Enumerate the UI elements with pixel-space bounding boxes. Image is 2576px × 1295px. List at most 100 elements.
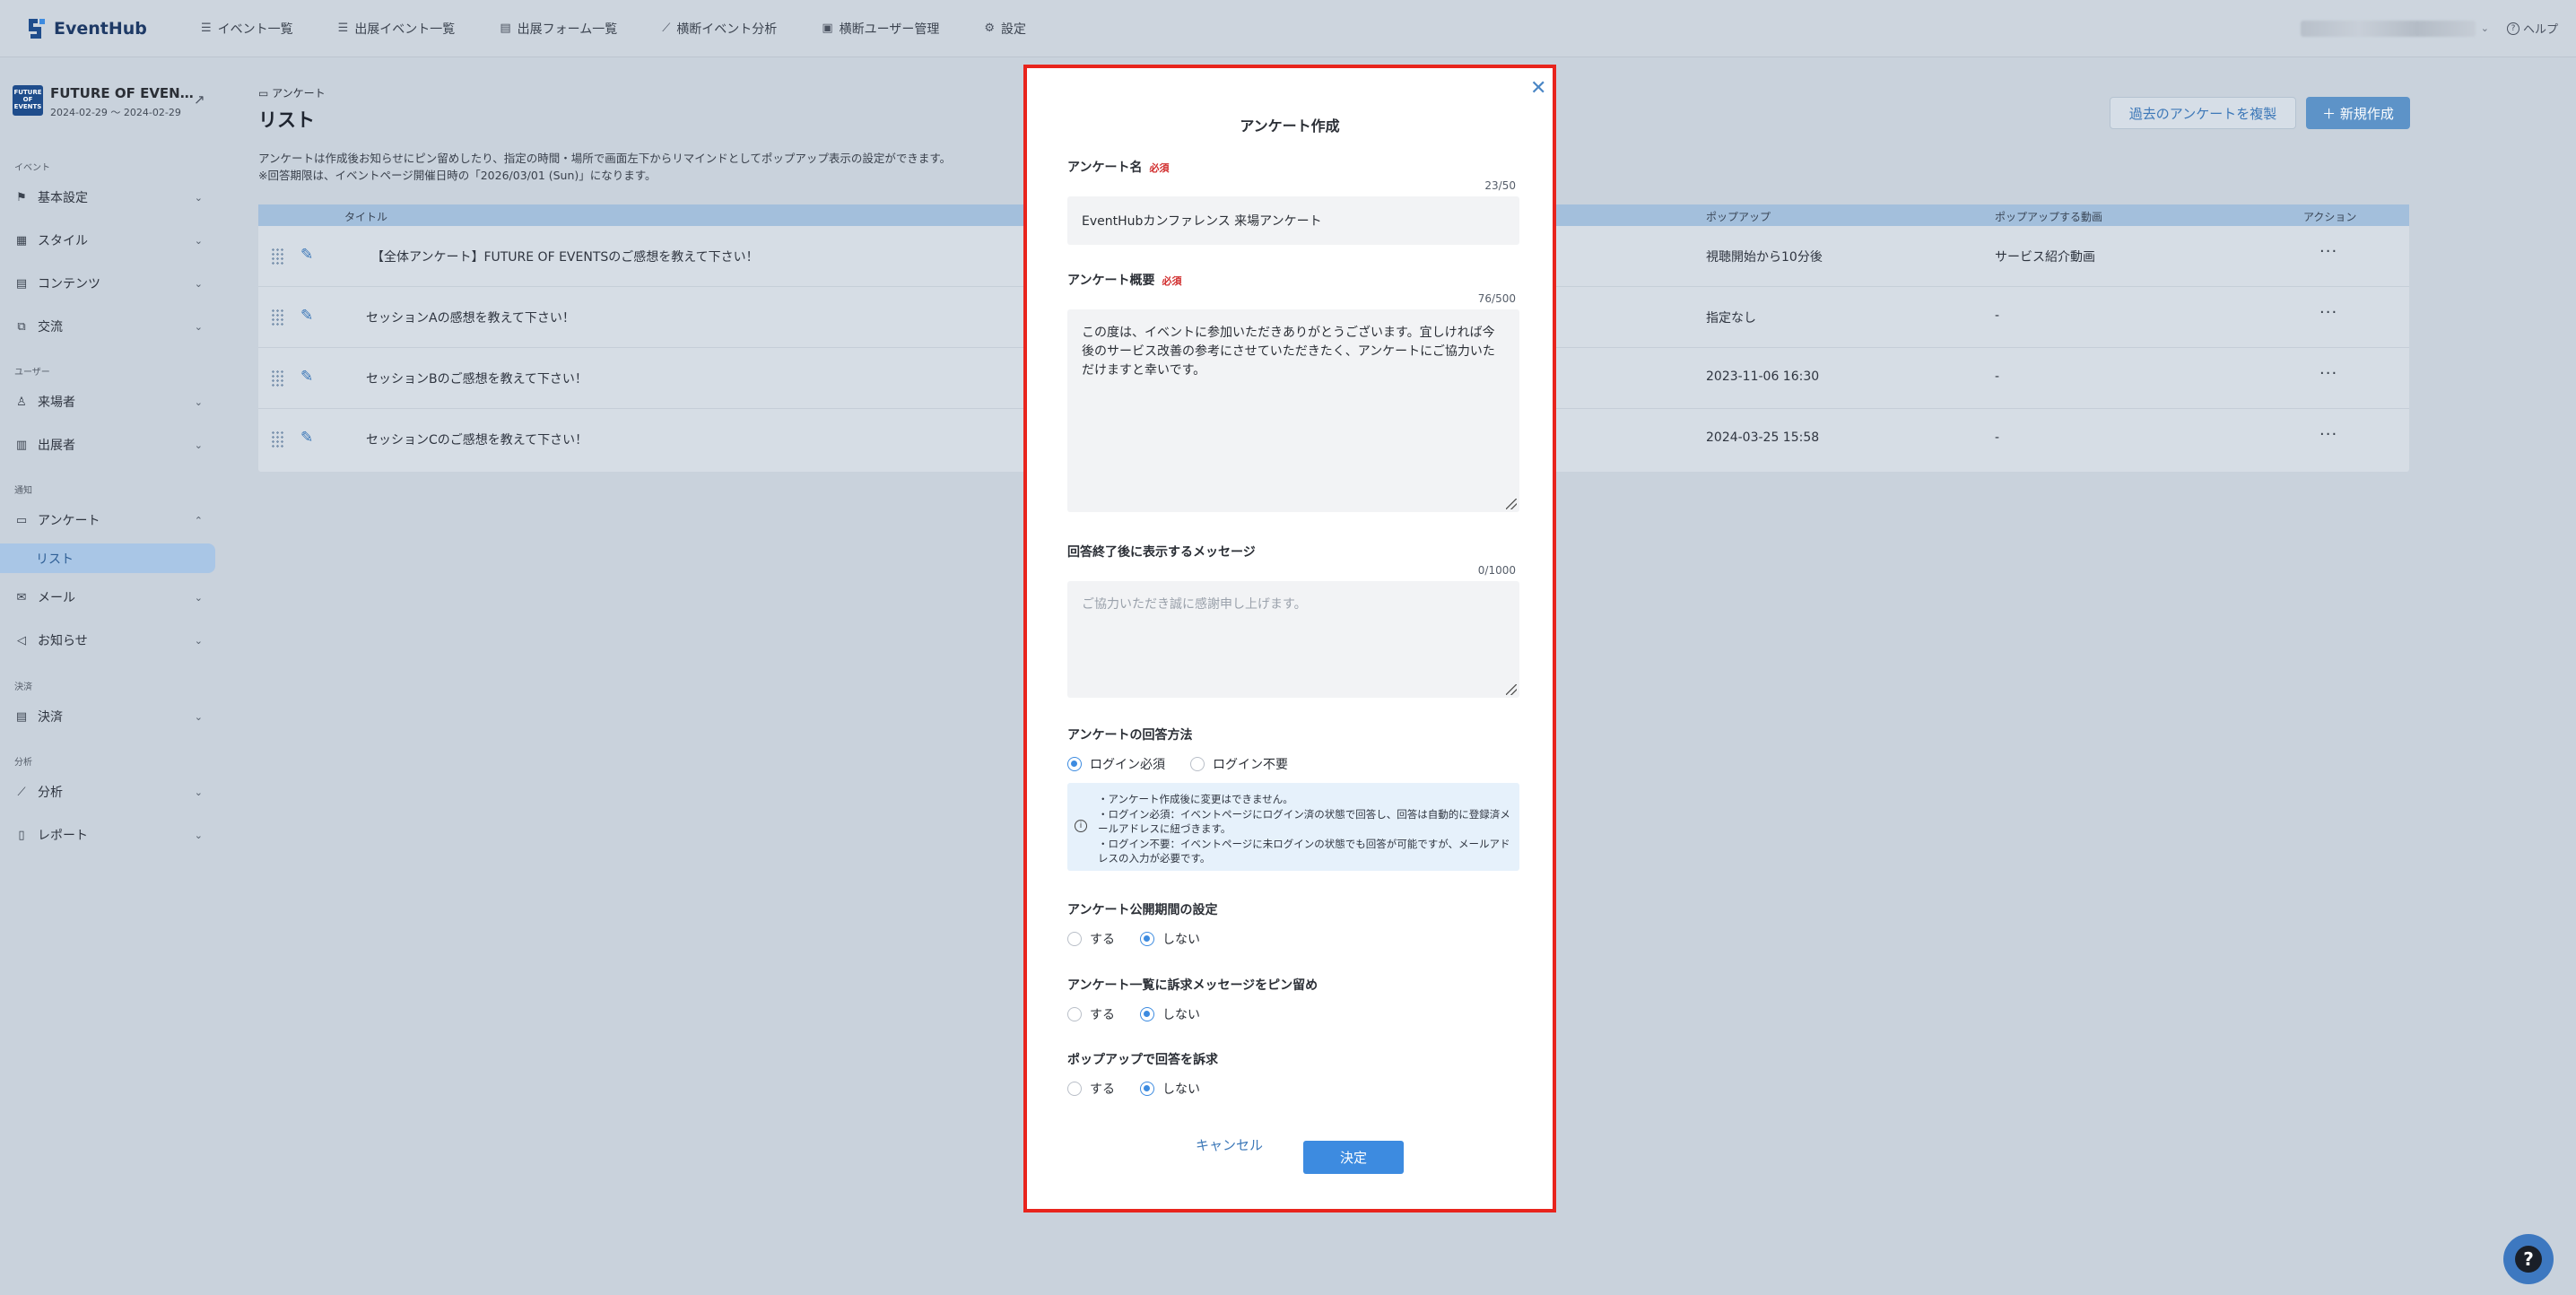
radio-label: ログイン不要 [1213,758,1288,772]
radio-checked-icon [1140,932,1154,946]
radio-popup-yes[interactable]: する [1067,1080,1115,1098]
radio-pin-no[interactable]: しない [1140,1005,1200,1023]
more-actions-icon[interactable]: ··· [2319,425,2337,444]
drag-handle-icon[interactable] [271,369,283,387]
nav-exhibit-event-list[interactable]: ☰ 出展イベント一覧 [338,20,456,38]
completion-message-textarea[interactable]: ご協力いただき誠に感謝申し上げます。 [1067,581,1519,698]
sidebar-item-visitor[interactable]: ♙ 来場者 ⌄ [14,389,203,414]
label-text: アンケート名 [1067,161,1143,175]
survey-summary-label: アンケート概要 必須 [1067,271,1181,289]
close-icon[interactable]: ✕ [1530,77,1546,100]
radio-unchecked-icon [1067,932,1082,946]
radio-unchecked-icon [1067,1007,1082,1021]
event-name: FUTURE OF EVEN… [50,85,194,101]
radio-label: する [1090,933,1115,947]
megaphone-icon: ◁ [17,633,26,648]
description-line: ※回答期限は、イベントページ開催日時の「2026/03/01 (Sun)」になり… [258,169,657,182]
sidebar-item-exchange[interactable]: ⧉ 交流 ⌄ [14,314,203,339]
sidebar-item-label: 基本設定 [38,191,88,205]
radio-period-no[interactable]: しない [1140,930,1200,948]
drag-handle-icon[interactable] [271,309,283,326]
cancel-button[interactable]: キャンセル [1196,1135,1263,1154]
chevron-up-icon: ⌃ [194,514,203,526]
popup-appeal-label: ポップアップで回答を訴求 [1067,1053,1218,1067]
drag-handle-icon[interactable] [271,430,283,448]
section-label-notice: 通知 [14,486,32,496]
sidebar-item-label: スタイル [38,234,88,248]
radio-pin-yes[interactable]: する [1067,1005,1115,1023]
sidebar-item-exhibitor[interactable]: ▥ 出展者 ⌄ [14,432,203,457]
external-link-icon[interactable]: ↗ [194,91,205,108]
radio-login-required[interactable]: ログイン必須 [1067,755,1165,773]
event-card[interactable]: FUTURE OF EVENTS FUTURE OF EVEN… 2024-02… [13,85,194,119]
pencil-icon[interactable]: ✎ [300,368,313,386]
chevron-down-icon[interactable]: ⌄ [2481,22,2489,34]
completion-message-counter: 0/1000 [1477,564,1516,577]
help-link[interactable]: ? ヘルプ [2506,20,2558,37]
floating-help-button[interactable]: ? [2503,1234,2554,1284]
question-icon: ? [2515,1246,2542,1273]
sidebar-item-label: コンテンツ [38,277,100,291]
sidebar-item-payment[interactable]: ▤ 決済 ⌄ [14,704,203,729]
textarea-value: この度は、イベントに参加いただきありがとうございます。宜しければ今後のサービス改… [1082,326,1495,378]
sidebar-item-basic-settings[interactable]: ⚑ 基本設定 ⌄ [14,185,203,210]
confirm-button[interactable]: 決定 [1303,1141,1404,1174]
sidebar-item-analysis[interactable]: ⟋ 分析 ⌄ [14,779,203,804]
logo[interactable]: EventHub [25,15,196,42]
nav-cross-event-analysis[interactable]: ⟋ 横断イベント分析 [662,20,777,38]
breadcrumb: ▭ アンケート [258,85,326,100]
nav-exhibit-form-list[interactable]: ▤ 出展フォーム一覧 [500,20,617,38]
sidebar-item-label: お知らせ [38,634,88,648]
sidebar-item-news[interactable]: ◁ お知らせ ⌄ [14,628,203,653]
sidebar-item-content[interactable]: ▤ コンテンツ ⌄ [14,271,203,296]
radio-login-not-required[interactable]: ログイン不要 [1190,755,1288,773]
pin-message-label: アンケート一覧に訴求メッセージをピン留め [1067,978,1318,993]
copy-past-survey-button[interactable]: 過去のアンケートを複製 [2110,97,2296,129]
section-label-user: ユーザー [14,368,50,378]
resize-handle-icon[interactable] [1506,684,1517,695]
sidebar-item-style[interactable]: ▦ スタイル ⌄ [14,228,203,253]
document-icon: ▯ [18,828,25,842]
form-icon: ▤ [500,22,511,35]
nav-label: 横断イベント分析 [676,22,778,37]
more-actions-icon[interactable]: ··· [2319,242,2337,261]
resize-handle-icon[interactable] [1506,499,1517,509]
chevron-down-icon: ⌄ [194,786,203,798]
survey-name-input[interactable]: EventHubカンファレンス 来場アンケート [1067,196,1519,245]
required-badge: 必須 [1149,162,1170,174]
radio-popup-no[interactable]: しない [1140,1080,1200,1098]
drag-handle-icon[interactable] [271,248,283,265]
pencil-icon[interactable]: ✎ [300,307,313,325]
more-actions-icon[interactable]: ··· [2319,303,2337,322]
radio-period-yes[interactable]: する [1067,930,1115,948]
new-survey-button[interactable]: ＋ 新規作成 [2306,97,2410,129]
sidebar-item-survey-list[interactable]: リスト [0,543,215,573]
label-text: アンケート概要 [1067,274,1155,288]
completion-message-label: 回答終了後に表示するメッセージ [1067,545,1256,560]
chevron-down-icon: ⌄ [194,710,203,723]
nav-cross-user-management[interactable]: ▣ 横断ユーザー管理 [822,20,939,38]
column-header-action: アクション [2303,211,2357,223]
pencil-icon[interactable]: ✎ [300,246,313,264]
logo-text: EventHub [54,18,147,39]
sidebar-item-survey[interactable]: ▭ アンケート ⌃ [14,508,203,533]
radio-label: ログイン必須 [1090,758,1165,772]
building-icon: ▥ [15,438,28,452]
popup-appeal-radio-group: する しない [1067,1080,1225,1098]
nav-event-list[interactable]: ☰ イベント一覧 [201,20,293,38]
required-badge: 必須 [1162,275,1182,287]
sidebar-item-label: レポート [38,829,88,843]
more-actions-icon[interactable]: ··· [2319,364,2337,383]
nav-label: 出展イベント一覧 [354,22,456,37]
user-menu-blurred[interactable] [2300,20,2476,37]
nav-settings[interactable]: ⚙ 設定 [984,20,1026,38]
sidebar-item-report[interactable]: ▯ レポート ⌄ [14,822,203,847]
sidebar-item-mail[interactable]: ✉ メール ⌄ [14,585,203,610]
sidebar-item-label: 交流 [38,320,63,335]
user-card-icon: ▣ [822,22,833,35]
survey-summary-textarea[interactable]: この度は、イベントに参加いただきありがとうございます。宜しければ今後のサービス改… [1067,309,1519,512]
radio-label: しない [1162,933,1200,947]
pencil-icon[interactable]: ✎ [300,429,313,447]
pin-message-radio-group: する しない [1067,1005,1225,1023]
row-popup: 視聴開始から10分後 [1706,250,1823,265]
